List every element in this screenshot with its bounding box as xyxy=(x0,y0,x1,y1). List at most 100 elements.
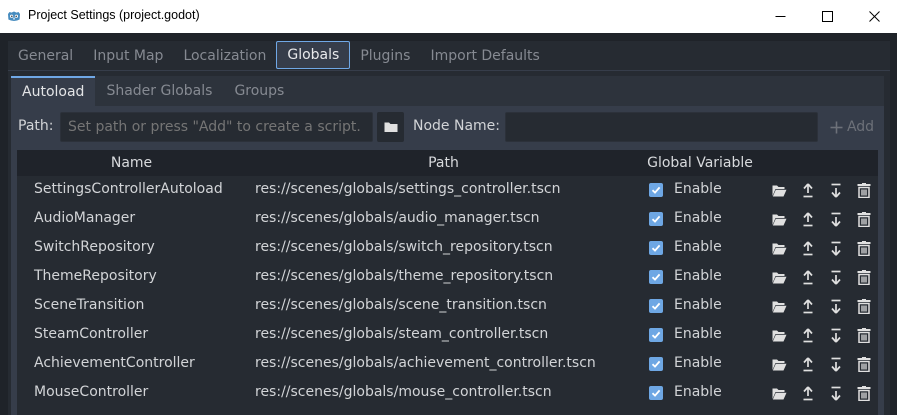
window-titlebar: Project Settings (project.godot) xyxy=(0,0,897,33)
table-row[interactable]: SteamController res://scenes/globals/ste… xyxy=(17,321,878,350)
move-down-icon[interactable] xyxy=(828,327,844,343)
checkmark-icon xyxy=(651,388,661,398)
enable-checkbox[interactable] xyxy=(649,328,663,342)
enable-checkbox[interactable] xyxy=(649,357,663,371)
tab-globals[interactable]: Globals xyxy=(276,41,351,69)
move-down-icon[interactable] xyxy=(828,240,844,256)
enable-label: Enable xyxy=(674,210,722,226)
delete-icon[interactable] xyxy=(856,356,872,372)
move-up-icon[interactable] xyxy=(800,182,816,198)
folder-open-icon[interactable] xyxy=(771,385,787,401)
folder-open-icon[interactable] xyxy=(771,269,787,285)
table-row[interactable]: SwitchRepository res://scenes/globals/sw… xyxy=(17,234,878,263)
folder-icon xyxy=(384,121,398,133)
minimize-button[interactable] xyxy=(757,0,803,33)
delete-icon[interactable] xyxy=(856,269,872,285)
autoload-panel: Path: Node Name: Add xyxy=(11,106,884,415)
folder-open-icon[interactable] xyxy=(771,327,787,343)
subtab-groups[interactable]: Groups xyxy=(223,76,295,106)
table-row[interactable]: SettingsControllerAutoload res://scenes/… xyxy=(17,176,878,205)
move-up-icon[interactable] xyxy=(800,240,816,256)
delete-icon[interactable] xyxy=(856,298,872,314)
column-header-global-variable[interactable]: Global Variable xyxy=(641,150,759,176)
column-header-path[interactable]: Path xyxy=(246,150,641,176)
node-name-input[interactable] xyxy=(505,112,818,142)
maximize-icon xyxy=(821,11,833,22)
settings-tabbar: General Input Map Localization Globals P… xyxy=(8,41,550,70)
add-autoload-button[interactable]: Add xyxy=(826,112,878,142)
folder-open-icon[interactable] xyxy=(771,356,787,372)
autoload-path: res://scenes/globals/theme_repository.ts… xyxy=(255,268,554,284)
move-up-icon[interactable] xyxy=(800,211,816,227)
delete-icon[interactable] xyxy=(856,327,872,343)
enable-checkbox[interactable] xyxy=(649,270,663,284)
folder-open-icon[interactable] xyxy=(771,298,787,314)
tab-general[interactable]: General xyxy=(8,41,83,70)
delete-icon[interactable] xyxy=(856,240,872,256)
path-input[interactable] xyxy=(60,112,373,142)
subtab-autoload[interactable]: Autoload xyxy=(11,76,96,106)
table-header: Name Path Global Variable xyxy=(17,150,878,176)
enable-checkbox[interactable] xyxy=(649,183,663,197)
checkmark-icon xyxy=(651,330,661,340)
delete-icon[interactable] xyxy=(856,182,872,198)
checkmark-icon xyxy=(651,359,661,369)
delete-icon[interactable] xyxy=(856,211,872,227)
browse-path-button[interactable] xyxy=(377,112,404,142)
tab-import-defaults[interactable]: Import Defaults xyxy=(420,41,549,70)
close-button[interactable] xyxy=(851,0,897,33)
move-down-icon[interactable] xyxy=(828,182,844,198)
move-down-icon[interactable] xyxy=(828,269,844,285)
tab-input-map[interactable]: Input Map xyxy=(83,41,173,70)
tab-localization[interactable]: Localization xyxy=(173,41,276,70)
move-up-icon[interactable] xyxy=(800,327,816,343)
delete-icon[interactable] xyxy=(856,385,872,401)
move-down-icon[interactable] xyxy=(828,356,844,372)
move-down-icon[interactable] xyxy=(828,385,844,401)
checkmark-icon xyxy=(651,243,661,253)
folder-open-icon[interactable] xyxy=(771,211,787,227)
add-label: Add xyxy=(846,119,875,135)
move-up-icon[interactable] xyxy=(800,385,816,401)
table-row[interactable]: ThemeRepository res://scenes/globals/the… xyxy=(17,263,878,292)
autoload-path: res://scenes/globals/settings_controller… xyxy=(255,181,561,197)
folder-open-icon[interactable] xyxy=(771,182,787,198)
tab-plugins[interactable]: Plugins xyxy=(350,41,420,70)
enable-label: Enable xyxy=(674,384,722,400)
autoload-name: SceneTransition xyxy=(34,297,145,313)
table-row[interactable]: AchievementController res://scenes/globa… xyxy=(17,350,878,379)
enable-checkbox[interactable] xyxy=(649,386,663,400)
move-up-icon[interactable] xyxy=(800,298,816,314)
table-row[interactable]: MouseController res://scenes/globals/mou… xyxy=(17,379,878,408)
table-row[interactable]: SceneTransition res://scenes/globals/sce… xyxy=(17,292,878,321)
minimize-icon xyxy=(775,11,786,22)
enable-checkbox[interactable] xyxy=(649,299,663,313)
path-label: Path: xyxy=(18,118,54,134)
enable-label: Enable xyxy=(674,297,722,313)
move-down-icon[interactable] xyxy=(828,298,844,314)
move-down-icon[interactable] xyxy=(828,211,844,227)
autoload-path: res://scenes/globals/scene_transition.ts… xyxy=(255,297,547,313)
autoload-name: ThemeRepository xyxy=(34,268,157,284)
autoload-name: SettingsControllerAutoload xyxy=(34,181,223,197)
subtab-shader-globals[interactable]: Shader Globals xyxy=(95,76,223,106)
move-up-icon[interactable] xyxy=(800,356,816,372)
checkmark-icon xyxy=(651,185,661,195)
enable-checkbox[interactable] xyxy=(649,241,663,255)
column-header-name[interactable]: Name xyxy=(17,150,246,176)
checkmark-icon xyxy=(651,214,661,224)
maximize-button[interactable] xyxy=(804,0,850,33)
autoload-path: res://scenes/globals/switch_repository.t… xyxy=(255,239,553,255)
table-row[interactable]: AudioManager res://scenes/globals/audio_… xyxy=(17,205,878,234)
project-settings-panel: General Input Map Localization Globals P… xyxy=(8,41,890,415)
autoload-path: res://scenes/globals/audio_manager.tscn xyxy=(255,210,540,226)
checkmark-icon xyxy=(651,272,661,282)
autoload-path: res://scenes/globals/mouse_controller.ts… xyxy=(255,384,552,400)
folder-open-icon[interactable] xyxy=(771,240,787,256)
enable-label: Enable xyxy=(674,355,722,371)
godot-logo-icon xyxy=(6,8,22,24)
enable-label: Enable xyxy=(674,181,722,197)
enable-checkbox[interactable] xyxy=(649,212,663,226)
move-up-icon[interactable] xyxy=(800,269,816,285)
autoload-table: Name Path Global Variable SettingsContro… xyxy=(17,150,878,415)
